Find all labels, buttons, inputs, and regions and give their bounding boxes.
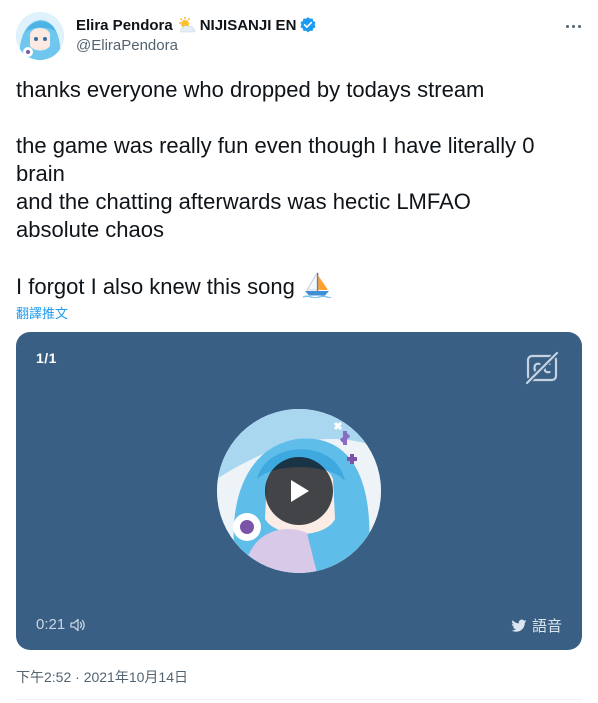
avatar[interactable]	[16, 12, 64, 60]
verified-badge-icon	[299, 16, 317, 34]
elapsed-time: 0:21	[36, 616, 86, 633]
more-dot	[571, 24, 575, 28]
voice-label: 語音	[511, 615, 562, 636]
divider	[16, 699, 582, 700]
author-handle[interactable]: @EliraPendora	[76, 37, 178, 54]
volume-icon[interactable]	[70, 618, 86, 632]
voice-label-text: 語音	[531, 618, 562, 635]
twitter-bird-icon	[511, 619, 527, 632]
more-dot	[577, 24, 581, 28]
tweet-text: thanks everyone who dropped by todays st…	[16, 76, 576, 301]
audio-space-card[interactable]: 1/1 0:21 語音	[16, 332, 582, 650]
affiliation[interactable]: NIJISANJI EN	[200, 17, 297, 34]
play-icon	[291, 480, 309, 502]
avatar-illustration	[16, 12, 64, 60]
tweet-card: Elira Pendora NIJISANJI EN @EliraPendora	[0, 0, 598, 703]
more-options-button[interactable]	[560, 14, 586, 38]
media-counter: 1/1	[36, 350, 57, 366]
play-button[interactable]	[265, 457, 333, 525]
translate-tweet-link[interactable]: 翻譯推文	[16, 303, 68, 322]
closed-captions-off-icon[interactable]	[524, 350, 560, 386]
tweet-timestamp[interactable]: 下午2:52 · 2021年10月14日	[16, 667, 188, 687]
display-name[interactable]: Elira Pendora	[76, 17, 173, 34]
author-name-row[interactable]: Elira Pendora NIJISANJI EN	[76, 15, 317, 35]
elapsed-time-value: 0:21	[36, 616, 66, 633]
tweet-text-content: thanks everyone who dropped by todays st…	[16, 77, 535, 299]
sailboat-icon	[302, 271, 332, 299]
sun-behind-cloud-icon	[177, 16, 197, 34]
more-dot	[565, 24, 569, 28]
